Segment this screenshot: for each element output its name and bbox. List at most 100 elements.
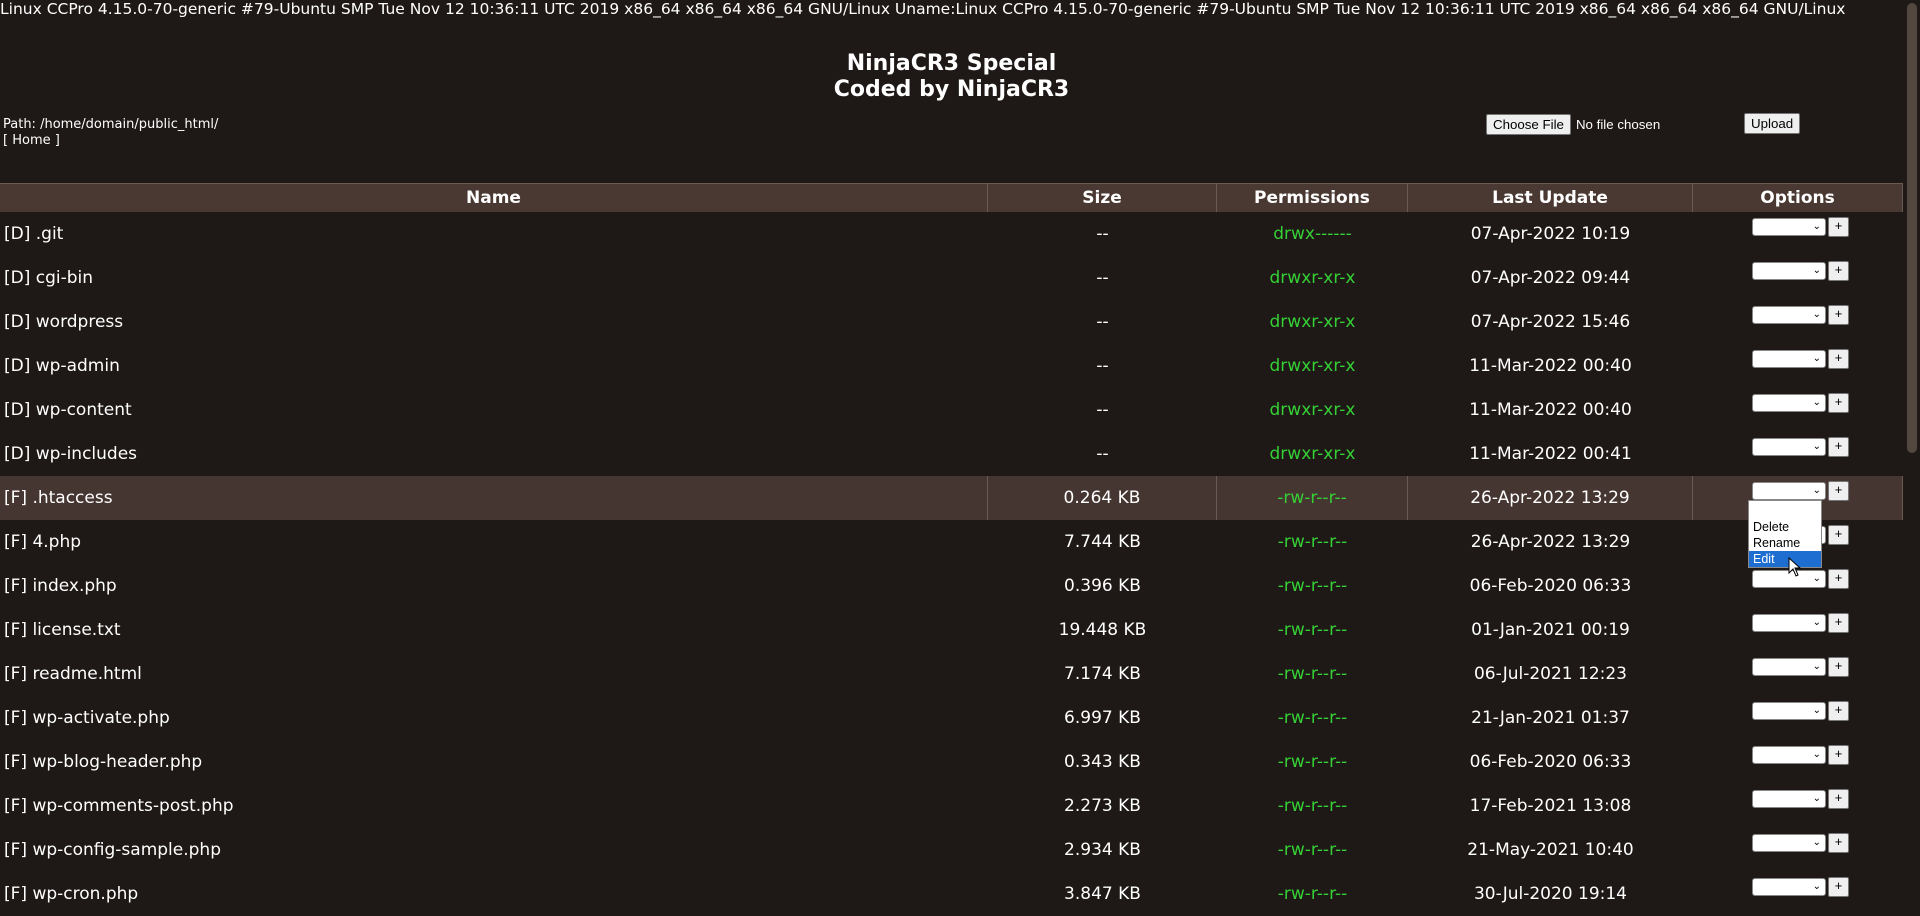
- file-size: 6.997 KB: [1064, 708, 1141, 728]
- submit-action-button[interactable]: +: [1828, 657, 1849, 677]
- file-name[interactable]: [F] wp-config-sample.php: [0, 840, 988, 860]
- file-name[interactable]: [F] wp-activate.php: [0, 708, 988, 728]
- submit-action-button[interactable]: +: [1828, 701, 1849, 721]
- file-last-update: 30-Jul-2020 19:14: [1473, 884, 1628, 904]
- file-options: ⌄+: [1693, 872, 1903, 916]
- submit-action-button[interactable]: +: [1828, 305, 1849, 325]
- submit-action-button[interactable]: +: [1828, 745, 1849, 765]
- choose-file-button[interactable]: Choose File: [1486, 113, 1571, 135]
- file-options: ⌄+: [1693, 740, 1903, 784]
- submit-action-button[interactable]: +: [1828, 349, 1849, 369]
- file-name[interactable]: [D] cgi-bin: [0, 268, 988, 288]
- file-last-update: 07-Apr-2022 09:44: [1470, 268, 1631, 288]
- submit-action-button[interactable]: +: [1828, 613, 1849, 633]
- dropdown-option-edit[interactable]: Edit: [1749, 551, 1821, 567]
- submit-action-button[interactable]: +: [1828, 481, 1849, 501]
- file-name[interactable]: [D] wp-includes: [0, 444, 988, 464]
- action-select[interactable]: ⌄: [1752, 746, 1826, 764]
- home-bracket-close: ]: [54, 133, 60, 148]
- file-size: 7.174 KB: [1064, 664, 1141, 684]
- file-permissions: -rw-r--r--: [1277, 840, 1348, 860]
- file-name[interactable]: [F] readme.html: [0, 664, 988, 684]
- submit-action-button[interactable]: +: [1828, 833, 1849, 853]
- action-select[interactable]: ⌄: [1752, 834, 1826, 852]
- title-line-1: NinjaCR3 Special: [846, 51, 1057, 76]
- file-name[interactable]: [D] wp-admin: [0, 356, 988, 376]
- scrollbar[interactable]: [1903, 0, 1920, 912]
- submit-action-button[interactable]: +: [1828, 261, 1849, 281]
- submit-action-button[interactable]: +: [1828, 789, 1849, 809]
- header-size: Size: [988, 184, 1217, 212]
- action-select[interactable]: ⌄: [1752, 878, 1826, 896]
- file-name[interactable]: [F] 4.php: [0, 532, 988, 552]
- file-name[interactable]: [D] .git: [0, 224, 988, 244]
- home-nav: [ Home ]: [3, 133, 60, 149]
- dropdown-option-delete[interactable]: Delete: [1749, 519, 1821, 535]
- file-permissions: -rw-r--r--: [1277, 796, 1348, 816]
- table-row: [D] wp-content -- drwxr-xr-x 11-Mar-2022 00…: [0, 388, 1903, 432]
- table-row: [D] wordpress -- drwxr-xr-x 07-Apr-2022 15:…: [0, 300, 1903, 344]
- submit-action-button[interactable]: +: [1828, 393, 1849, 413]
- file-size: --: [1096, 224, 1109, 244]
- file-permissions: drwx------: [1273, 224, 1352, 244]
- table-row: [F] readme.html 7.174 KB -rw-r--r-- 06-Jul-…: [0, 652, 1903, 696]
- file-name[interactable]: [F] wp-comments-post.php: [0, 796, 988, 816]
- file-last-update: 07-Apr-2022 15:46: [1470, 312, 1631, 332]
- file-last-update: 06-Jul-2021 12:23: [1473, 664, 1628, 684]
- action-select[interactable]: ⌄: [1752, 658, 1826, 676]
- action-select[interactable]: ⌄: [1752, 790, 1826, 808]
- mouse-cursor-icon: [1788, 557, 1802, 577]
- action-select[interactable]: ⌄: [1752, 394, 1826, 412]
- table-row: [D] wp-admin -- drwxr-xr-x 11-Mar-2022 00:4…: [0, 344, 1903, 388]
- action-select[interactable]: ⌄: [1752, 614, 1826, 632]
- submit-action-button[interactable]: +: [1828, 569, 1849, 589]
- file-permissions: drwxr-xr-x: [1269, 356, 1356, 376]
- dropdown-option-rename[interactable]: Rename: [1749, 535, 1821, 551]
- file-last-update: 21-Jan-2021 01:37: [1471, 708, 1630, 728]
- file-options: ⌄+: [1693, 652, 1903, 696]
- file-options: ⌄+: [1693, 784, 1903, 828]
- chevron-down-icon: ⌄: [1812, 793, 1821, 804]
- action-select[interactable]: ⌄: [1752, 350, 1826, 368]
- chevron-down-icon: ⌄: [1812, 353, 1821, 364]
- action-select[interactable]: ⌄: [1752, 482, 1826, 500]
- system-info-banner: Linux CCPro 4.15.0-70-generic #79-Ubuntu…: [0, 0, 1846, 18]
- action-select[interactable]: ⌄: [1752, 702, 1826, 720]
- file-name[interactable]: [F] .htaccess: [0, 476, 988, 520]
- file-permissions: drwxr-xr-x: [1269, 400, 1356, 420]
- table-row: [F] index.php 0.396 KB -rw-r--r-- 06-Feb-20…: [0, 564, 1903, 608]
- action-select[interactable]: ⌄: [1752, 262, 1826, 280]
- submit-action-button[interactable]: +: [1828, 525, 1849, 545]
- file-size: --: [1096, 400, 1109, 420]
- table-row: [F] wp-config-sample.php 2.934 KB -rw-r--r…: [0, 828, 1903, 872]
- options-dropdown-menu[interactable]: Delete Rename Edit: [1748, 500, 1822, 568]
- action-select[interactable]: ⌄: [1752, 438, 1826, 456]
- file-name[interactable]: [F] index.php: [0, 576, 988, 596]
- page-title: NinjaCR3 Special Coded by NinjaCR3: [0, 51, 1903, 103]
- file-last-update: 06-Feb-2020 06:33: [1469, 752, 1632, 772]
- chevron-down-icon: ⌄: [1812, 441, 1821, 452]
- submit-action-button[interactable]: +: [1828, 437, 1849, 457]
- table-row: [F] license.txt 19.448 KB -rw-r--r-- 01-Jan…: [0, 608, 1903, 652]
- dropdown-blank-option[interactable]: [1749, 501, 1821, 519]
- scrollbar-thumb[interactable]: [1907, 3, 1917, 453]
- table-row: [F] .htaccess 0.264 KB -rw-r--r-- 26-Apr-20…: [0, 476, 1903, 520]
- file-last-update: 17-Feb-2021 13:08: [1469, 796, 1632, 816]
- file-permissions: -rw-r--r--: [1277, 576, 1348, 596]
- file-name[interactable]: [F] wp-cron.php: [0, 884, 988, 904]
- action-select[interactable]: ⌄: [1752, 306, 1826, 324]
- title-line-2: Coded by NinjaCR3: [833, 77, 1070, 102]
- chevron-down-icon: ⌄: [1812, 309, 1821, 320]
- upload-button[interactable]: Upload: [1744, 113, 1801, 134]
- file-name[interactable]: [F] wp-blog-header.php: [0, 752, 988, 772]
- file-name[interactable]: [D] wordpress: [0, 312, 988, 332]
- home-bracket-open: [: [3, 133, 9, 148]
- file-name[interactable]: [F] license.txt: [0, 620, 988, 640]
- submit-action-button[interactable]: +: [1828, 217, 1849, 237]
- file-size: 0.396 KB: [1064, 576, 1141, 596]
- action-select[interactable]: ⌄: [1752, 218, 1826, 236]
- submit-action-button[interactable]: +: [1828, 877, 1849, 897]
- file-size: 19.448 KB: [1058, 620, 1147, 640]
- file-name[interactable]: [D] wp-content: [0, 400, 988, 420]
- home-link[interactable]: Home: [12, 133, 50, 148]
